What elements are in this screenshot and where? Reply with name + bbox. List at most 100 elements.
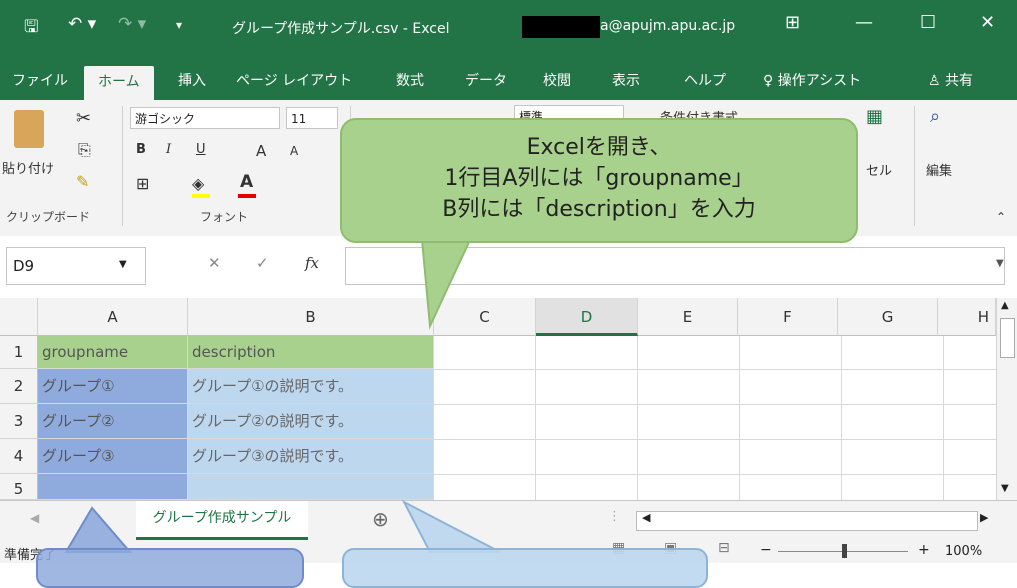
cell-b3[interactable]: グループ②の説明です。 bbox=[188, 404, 434, 439]
account-email[interactable]: a@apujm.apu.ac.jp bbox=[600, 18, 735, 34]
font-group-label: フォント bbox=[200, 210, 249, 224]
tab-help[interactable]: ヘルプ bbox=[684, 62, 726, 100]
cell-a1[interactable]: groupname bbox=[38, 336, 188, 369]
cell-b4[interactable]: グループ③の説明です。 bbox=[188, 439, 434, 474]
row-header[interactable]: 3 bbox=[0, 404, 38, 439]
fill-color-bar bbox=[192, 194, 210, 198]
person-icon: ♙ bbox=[928, 73, 941, 89]
formula-bar: D9 ▼ ✕ ✓ fx ▼ bbox=[0, 236, 1017, 299]
ribbon-display-options-icon[interactable]: ⊞ bbox=[785, 12, 800, 33]
column-header-b[interactable]: B bbox=[188, 298, 434, 336]
close-button[interactable]: ✕ bbox=[980, 12, 995, 33]
share-button[interactable]: ♙ 共有 bbox=[928, 62, 973, 100]
column-header-c[interactable]: C bbox=[434, 298, 536, 336]
borders-icon[interactable]: ⊞ bbox=[136, 174, 149, 193]
zoom-level[interactable]: 100% bbox=[945, 544, 982, 559]
scroll-right-icon[interactable]: ▶ bbox=[980, 511, 988, 524]
zoom-slider-handle[interactable] bbox=[842, 544, 847, 558]
tab-view[interactable]: 表示 bbox=[612, 62, 640, 100]
chevron-down-icon[interactable]: ▼ bbox=[119, 259, 127, 270]
horizontal-scrollbar[interactable] bbox=[636, 511, 978, 531]
bold-button[interactable]: B bbox=[136, 142, 146, 157]
add-sheet-icon[interactable]: ⊕ bbox=[372, 507, 389, 531]
cell-a5[interactable] bbox=[38, 474, 188, 500]
share-label: 共有 bbox=[945, 73, 974, 89]
grow-font-button[interactable]: A bbox=[256, 142, 266, 160]
sheet-tab[interactable]: グループ作成サンプル bbox=[136, 501, 308, 540]
shrink-font-button[interactable]: A bbox=[290, 144, 298, 158]
row-header[interactable]: 5 bbox=[0, 474, 38, 500]
expand-formula-bar-icon[interactable]: ▼ bbox=[996, 258, 1004, 269]
scroll-down-icon[interactable]: ▼ bbox=[1001, 483, 1009, 494]
zoom-out-button[interactable]: − bbox=[760, 542, 772, 558]
font-size-select[interactable]: 11 bbox=[286, 107, 338, 129]
column-b-note-bubble bbox=[342, 548, 708, 588]
cells-icon[interactable]: ▦ bbox=[866, 106, 883, 127]
tell-me-label: 操作アシスト bbox=[777, 73, 862, 89]
callout-line-1: Excelを開き、 bbox=[526, 135, 672, 160]
cell-b1[interactable]: description bbox=[188, 336, 434, 369]
column-header-g[interactable]: G bbox=[838, 298, 938, 336]
column-header-h[interactable]: H bbox=[938, 298, 996, 336]
cell-a4[interactable]: グループ③ bbox=[38, 439, 188, 474]
italic-button[interactable]: I bbox=[166, 142, 171, 157]
page-break-view-icon[interactable]: ⊟ bbox=[718, 540, 730, 556]
tell-me-box[interactable]: ♀ 操作アシスト bbox=[763, 62, 861, 100]
callout-line-2: 1行目A列には「groupname」 bbox=[444, 166, 754, 191]
vertical-scrollbar[interactable]: ▲ ▼ bbox=[996, 298, 1017, 500]
font-name-select[interactable]: 游ゴシック bbox=[130, 107, 280, 129]
format-painter-icon[interactable]: ✎ bbox=[76, 172, 89, 191]
scroll-thumb[interactable] bbox=[1000, 318, 1015, 358]
copy-icon[interactable]: ⎘ bbox=[78, 140, 91, 160]
cut-icon[interactable]: ✂ bbox=[76, 108, 91, 129]
select-all-corner[interactable] bbox=[0, 298, 38, 336]
customize-qat-icon[interactable]: ▾ bbox=[176, 18, 182, 32]
ribbon-tabs: ファイル ホーム 挿入 ページ レイアウト 数式 データ 校閲 表示 ヘルプ ♀… bbox=[0, 62, 1017, 100]
redo-icon[interactable]: ↷ ▾ bbox=[118, 14, 146, 34]
insert-function-icon[interactable]: fx bbox=[305, 254, 319, 272]
cell-b5[interactable] bbox=[188, 474, 434, 500]
save-icon[interactable]: 🖫 bbox=[24, 14, 38, 43]
cells-button[interactable]: セル bbox=[866, 160, 892, 179]
tab-data[interactable]: データ bbox=[465, 62, 507, 100]
paste-icon[interactable] bbox=[14, 110, 44, 148]
minimize-button[interactable]: — bbox=[855, 12, 873, 33]
column-header-d[interactable]: D bbox=[536, 298, 638, 336]
formula-input[interactable] bbox=[345, 247, 1005, 285]
column-header-f[interactable]: F bbox=[738, 298, 838, 336]
editing-button[interactable]: 編集 bbox=[926, 160, 952, 179]
column-a-note-bubble bbox=[36, 548, 304, 588]
enter-icon[interactable]: ✓ bbox=[256, 254, 269, 272]
maximize-button[interactable]: ☐ bbox=[920, 12, 936, 33]
tab-review[interactable]: 校閲 bbox=[543, 62, 571, 100]
collapse-ribbon-icon[interactable]: ⌃ bbox=[996, 210, 1006, 224]
underline-button[interactable]: U bbox=[196, 142, 206, 157]
find-icon[interactable]: ⌕ bbox=[930, 106, 940, 127]
cancel-icon[interactable]: ✕ bbox=[208, 254, 221, 272]
row-header[interactable]: 4 bbox=[0, 439, 38, 474]
paste-button[interactable]: 貼り付け bbox=[2, 158, 54, 177]
font-color-icon[interactable]: A bbox=[240, 172, 253, 192]
font-color-bar bbox=[238, 194, 256, 198]
row-header[interactable]: 2 bbox=[0, 369, 38, 404]
column-header-e[interactable]: E bbox=[638, 298, 738, 336]
zoom-in-button[interactable]: + bbox=[918, 542, 930, 558]
scroll-sheets-left-icon[interactable]: ◀ bbox=[30, 511, 39, 525]
tab-formulas[interactable]: 数式 bbox=[396, 62, 424, 100]
scroll-up-icon[interactable]: ▲ bbox=[1001, 300, 1009, 311]
tab-page-layout[interactable]: ページ レイアウト bbox=[236, 62, 352, 100]
name-box[interactable]: D9 ▼ bbox=[6, 247, 146, 285]
cell-a2[interactable]: グループ① bbox=[38, 369, 188, 404]
cell-b2[interactable]: グループ①の説明です。 bbox=[188, 369, 434, 404]
cell-a3[interactable]: グループ② bbox=[38, 404, 188, 439]
undo-icon[interactable]: ↶ ▾ bbox=[68, 14, 96, 34]
fill-color-icon[interactable]: ◈ bbox=[192, 174, 204, 193]
empty-cells-area[interactable] bbox=[434, 336, 996, 500]
row-header[interactable]: 1 bbox=[0, 336, 38, 369]
scroll-left-icon[interactable]: ◀ bbox=[642, 511, 650, 524]
tab-file[interactable]: ファイル bbox=[12, 62, 68, 100]
column-header-a[interactable]: A bbox=[38, 298, 188, 336]
tab-insert[interactable]: 挿入 bbox=[178, 62, 206, 100]
splitter-icon[interactable]: ⋮ bbox=[608, 509, 621, 524]
tab-home[interactable]: ホーム bbox=[84, 66, 154, 100]
